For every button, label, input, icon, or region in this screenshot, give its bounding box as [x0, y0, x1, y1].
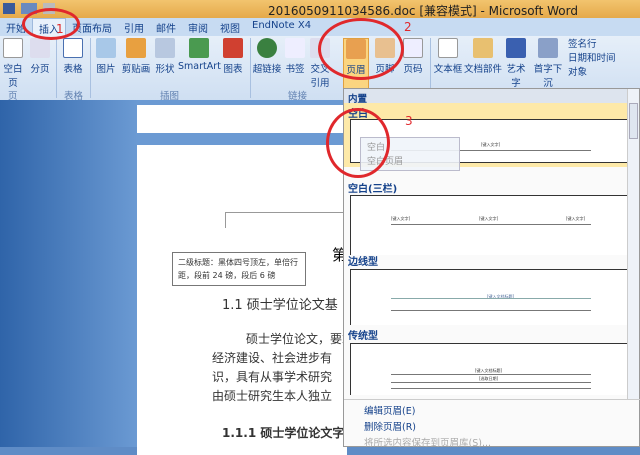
body-paragraph: 硕士学位论文，要求 经济建设、社会进步有 识，具有从事学术研究 由硕士研究生本人… [212, 332, 344, 403]
heading-2: 1.1 硕士学位论文基 [222, 298, 338, 313]
signature-line-button[interactable]: 签名行 [568, 38, 616, 52]
annotation-circle [22, 8, 80, 40]
annotation-number: 2 [404, 20, 412, 34]
wordart-button[interactable]: 艺术字 [502, 38, 530, 89]
annotation-circle [318, 18, 404, 80]
chart-button[interactable]: 图表 [221, 38, 245, 75]
object-button[interactable]: 对象 [568, 66, 616, 80]
annotation-number: 3 [405, 114, 413, 128]
window-title: 2016050911034586.doc [兼容模式] - Microsoft … [268, 4, 578, 18]
drop-cap-button[interactable]: 首字下沉 [530, 38, 566, 89]
heading-3: 1.1.1 硕士学位论文字 [222, 426, 345, 440]
ribbon-tabs: 开始 插入 页面布局 引用 邮件 审阅 视图 EndNote X4 [0, 18, 640, 36]
gallery-scrollbar[interactable] [627, 89, 639, 399]
save-icon[interactable] [3, 3, 15, 14]
page-break-button[interactable]: 分页 [28, 38, 52, 75]
shapes-button[interactable]: 形状 [152, 38, 178, 75]
section-traditional: 传统型 [348, 331, 378, 342]
tab-endnote[interactable]: EndNote X4 [246, 18, 317, 36]
edit-header-menu-item[interactable]: 编辑页眉(E) [344, 403, 640, 417]
tab-view[interactable]: 视图 [214, 18, 246, 36]
table-button[interactable]: 表格 [60, 38, 86, 75]
gallery-category: 内置 [344, 89, 628, 105]
text-box-button[interactable]: 文本框 [432, 38, 464, 75]
date-time-button[interactable]: 日期和时间 [568, 52, 616, 66]
gallery-item-traditional[interactable]: [键入文档标题] [选取日期] [350, 343, 628, 395]
smartart-button[interactable]: SmartArt [178, 38, 221, 72]
section-blank-three-column: 空白(三栏) [348, 184, 398, 195]
hyperlink-button[interactable]: 超链接 [252, 38, 282, 75]
gallery-item-sideline[interactable]: [键入文档标题] [350, 269, 628, 325]
tab-mailings[interactable]: 邮件 [150, 18, 182, 36]
clip-art-button[interactable]: 剪贴画 [120, 38, 152, 75]
remove-header-menu-item[interactable]: 删除页眉(R) [344, 419, 640, 433]
annotation-number: 1 [56, 22, 64, 36]
quick-parts-button[interactable]: 文档部件 [464, 38, 502, 75]
blank-page-button[interactable]: 空白页 [0, 38, 26, 89]
picture-button[interactable]: 图片 [94, 38, 118, 75]
annotation-circle [326, 108, 390, 178]
title-bar: 2016050911034586.doc [兼容模式] - Microsoft … [0, 0, 640, 18]
comment-callout: 二级标题：黑体四号顶左，单倍行距，段前 24 磅，段后 6 磅 [172, 252, 306, 286]
gallery-item-blank-three-column[interactable]: [键入文字] [键入文字] [键入文字] [350, 195, 628, 255]
section-sideline: 边线型 [348, 257, 378, 268]
previous-page [137, 105, 347, 133]
page-number-button[interactable]: 页码 [400, 38, 426, 75]
tab-references[interactable]: 引用 [118, 18, 150, 36]
tab-review[interactable]: 审阅 [182, 18, 214, 36]
bookmark-button[interactable]: 书签 [284, 38, 306, 75]
